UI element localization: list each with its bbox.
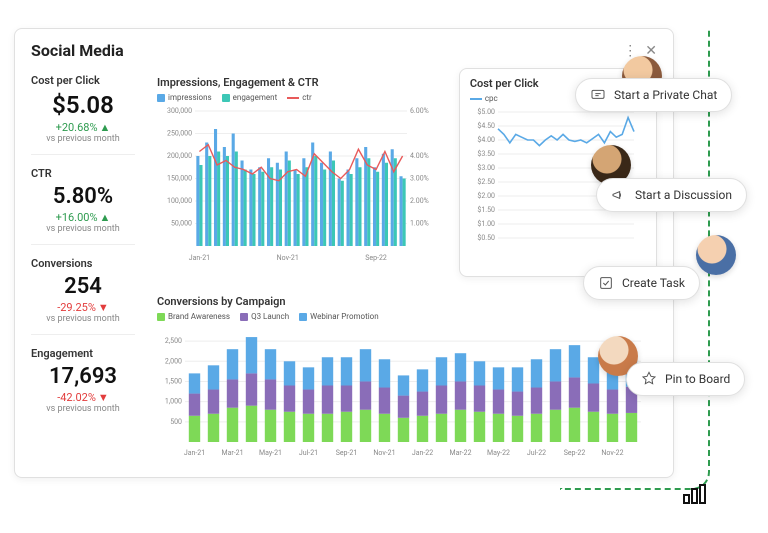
- metric-delta: +16.00%▲: [31, 211, 135, 224]
- svg-text:Jul-21: Jul-21: [299, 449, 318, 457]
- svg-text:Sep-22: Sep-22: [564, 449, 586, 457]
- svg-text:Mar-21: Mar-21: [221, 449, 243, 457]
- arrow-down-icon: ▼: [98, 391, 109, 404]
- metric-sub: vs previous month: [31, 134, 135, 144]
- svg-text:$2.00: $2.00: [477, 192, 495, 200]
- svg-text:$1.50: $1.50: [477, 206, 495, 214]
- metric-delta: -29.25%▼: [31, 301, 135, 314]
- start-discussion-button[interactable]: Start a Discussion: [596, 178, 747, 212]
- svg-text:Jul-22: Jul-22: [527, 449, 546, 457]
- chart-legend: Brand Awareness Q3 Launch Webinar Promot…: [157, 312, 647, 321]
- svg-text:Jan-21: Jan-21: [184, 449, 205, 457]
- svg-text:2.00%: 2.00%: [410, 197, 429, 205]
- metric-sub: vs previous month: [31, 314, 135, 324]
- checkbox-icon: [598, 275, 614, 291]
- button-label: Start a Private Chat: [614, 88, 717, 102]
- svg-text:3.00%: 3.00%: [410, 175, 429, 183]
- svg-text:Nov-22: Nov-22: [601, 449, 623, 457]
- svg-text:Mar-22: Mar-22: [449, 449, 471, 457]
- megaphone-icon: [611, 187, 627, 203]
- chart-svg: 50,000 100,000 150,000 200,000 250,000 300,00…: [157, 106, 437, 266]
- svg-text:$3.50: $3.50: [477, 150, 495, 158]
- svg-text:1.00%: 1.00%: [410, 220, 429, 228]
- button-label: Create Task: [622, 276, 685, 290]
- svg-text:Nov-21: Nov-21: [373, 449, 395, 457]
- svg-text:1,000: 1,000: [165, 398, 182, 406]
- pin-icon: [641, 371, 657, 387]
- charts-column: Impressions, Engagement & CTR impression…: [147, 68, 657, 468]
- svg-text:200,000: 200,000: [167, 152, 192, 160]
- svg-text:2,000: 2,000: [165, 357, 182, 365]
- chart-title: Impressions, Engagement & CTR: [157, 76, 439, 89]
- chart-legend: impressions engagement ctr: [157, 93, 439, 102]
- metric-label: Cost per Click: [31, 74, 135, 87]
- svg-text:May-21: May-21: [259, 449, 282, 457]
- metric-cost-per-click: Cost per Click $5.08 +20.68%▲ vs previou…: [31, 68, 135, 155]
- arrow-down-icon: ▼: [98, 301, 109, 314]
- metric-sub: vs previous month: [31, 224, 135, 234]
- chart-svg: 500 1,000 1,500 2,000 2,500 Jan-21 Mar-21 May-2…: [157, 325, 647, 460]
- metric-label: CTR: [31, 167, 135, 180]
- chart-impressions: Impressions, Engagement & CTR impression…: [147, 68, 449, 277]
- dashboard-title: Social Media: [31, 41, 124, 60]
- metric-value: $5.08: [31, 91, 135, 119]
- metric-label: Conversions: [31, 257, 135, 270]
- svg-text:100,000: 100,000: [167, 197, 192, 205]
- metric-value: 5.80%: [31, 184, 135, 209]
- arrow-up-icon: ▲: [100, 211, 111, 224]
- metrics-column: Cost per Click $5.08 +20.68%▲ vs previou…: [31, 68, 135, 468]
- metric-label: Engagement: [31, 347, 135, 360]
- svg-text:1,500: 1,500: [165, 377, 182, 385]
- metric-delta: -42.02%▼: [31, 391, 135, 404]
- svg-text:Jan-21: Jan-21: [189, 254, 210, 262]
- svg-text:$2.50: $2.50: [477, 178, 495, 186]
- chart-title: Conversions by Campaign: [157, 295, 647, 308]
- metric-conversions: Conversions 254 -29.25%▼ vs previous mon…: [31, 251, 135, 335]
- svg-text:4.00%: 4.00%: [410, 152, 429, 160]
- pin-to-board-button[interactable]: Pin to Board: [626, 362, 745, 396]
- button-label: Pin to Board: [665, 372, 730, 386]
- svg-text:$1.00: $1.00: [477, 220, 495, 228]
- svg-text:300,000: 300,000: [167, 107, 192, 115]
- metric-sub: vs previous month: [31, 404, 135, 414]
- svg-text:$4.00: $4.00: [477, 136, 495, 144]
- metric-ctr: CTR 5.80% +16.00%▲ vs previous month: [31, 161, 135, 245]
- svg-text:50,000: 50,000: [171, 220, 192, 228]
- svg-text:Sep-21: Sep-21: [336, 449, 358, 457]
- svg-text:250,000: 250,000: [167, 130, 192, 138]
- avatar[interactable]: [696, 235, 736, 275]
- metric-delta: +20.68%▲: [31, 121, 135, 134]
- svg-text:$3.00: $3.00: [477, 164, 495, 172]
- svg-text:$0.50: $0.50: [477, 234, 495, 242]
- chat-icon: [590, 87, 606, 103]
- button-label: Start a Discussion: [635, 188, 732, 202]
- dashboard-header: Social Media ⋮ ✕: [31, 41, 657, 60]
- svg-text:$5.00: $5.00: [477, 108, 495, 116]
- svg-text:Sep-22: Sep-22: [365, 254, 387, 262]
- chart-conversions-campaign: Conversions by Campaign Brand Awareness …: [147, 287, 657, 468]
- svg-text:Nov-21: Nov-21: [277, 254, 299, 262]
- svg-text:150,000: 150,000: [167, 175, 192, 183]
- svg-text:May-22: May-22: [487, 449, 510, 457]
- svg-text:$4.50: $4.50: [477, 122, 495, 130]
- metric-engagement: Engagement 17,693 -42.02%▼ vs previous m…: [31, 341, 135, 424]
- arrow-up-icon: ▲: [100, 121, 111, 134]
- start-private-chat-button[interactable]: Start a Private Chat: [575, 78, 732, 112]
- metric-value: 254: [31, 274, 135, 299]
- metric-value: 17,693: [31, 364, 135, 389]
- svg-text:2,500: 2,500: [165, 337, 182, 345]
- create-task-button[interactable]: Create Task: [583, 266, 700, 300]
- svg-text:6.00%: 6.00%: [410, 107, 429, 115]
- bar-chart-icon: [682, 483, 708, 505]
- svg-text:500: 500: [170, 418, 182, 426]
- svg-text:Jan-22: Jan-22: [412, 449, 433, 457]
